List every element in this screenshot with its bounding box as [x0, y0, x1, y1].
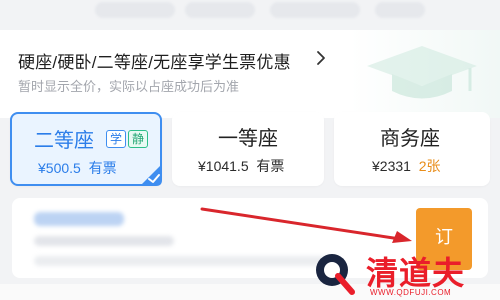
seat-price: ¥1041.5: [198, 158, 249, 174]
top-blurred-strip: [0, 0, 500, 30]
seat-price: ¥2331: [372, 158, 411, 174]
watermark-url: WWW.QDFUJI.COM: [370, 288, 452, 297]
seat-option-business-class[interactable]: 商务座 ¥2331 2张: [334, 112, 490, 186]
graduation-cap-icon: [367, 46, 477, 99]
seat-price: ¥500.5: [38, 160, 81, 176]
seat-option-first-class[interactable]: 一等座 ¥1041.5 有票: [172, 112, 324, 186]
seat-name: 商务座: [380, 128, 440, 150]
watermark-logo-icon: [316, 254, 355, 295]
blurred-text: [34, 256, 334, 266]
blurred-pill: [185, 2, 255, 18]
seat-price-line: ¥1041.5 有票: [198, 156, 284, 176]
seat-name: 一等座: [218, 128, 278, 150]
blurred-text: [34, 236, 174, 246]
seat-price-line: ¥500.5 有票: [38, 158, 117, 178]
quiet-car-tag: 静: [128, 130, 149, 148]
blurred-pill: [270, 2, 360, 18]
promo-title: 硬座/硬卧/二等座/无座享学生票优惠: [18, 53, 291, 72]
blurred-text: [34, 212, 124, 226]
student-tag: 学: [106, 130, 127, 148]
seat-availability: 有票: [256, 158, 285, 174]
seat-name: 二等座: [34, 130, 94, 152]
selected-check-icon: [140, 164, 162, 186]
chevron-right-icon: [317, 51, 325, 65]
student-discount-banner[interactable]: 硬座/硬卧/二等座/无座享学生票优惠 暂时显示全价，实际以占座成功后为准: [0, 30, 500, 118]
seat-availability: 2张: [418, 158, 441, 174]
seat-option-second-class[interactable]: 二等座 学 静 ¥500.5 有票: [10, 112, 162, 186]
blurred-pill: [95, 2, 175, 18]
seat-availability: 有票: [88, 160, 117, 176]
promo-subtitle: 暂时显示全价，实际以占座成功后为准: [18, 79, 240, 94]
seat-price-line: ¥2331 2张: [372, 156, 441, 176]
annotation-arrow: [200, 207, 412, 243]
blurred-pill: [375, 2, 425, 18]
